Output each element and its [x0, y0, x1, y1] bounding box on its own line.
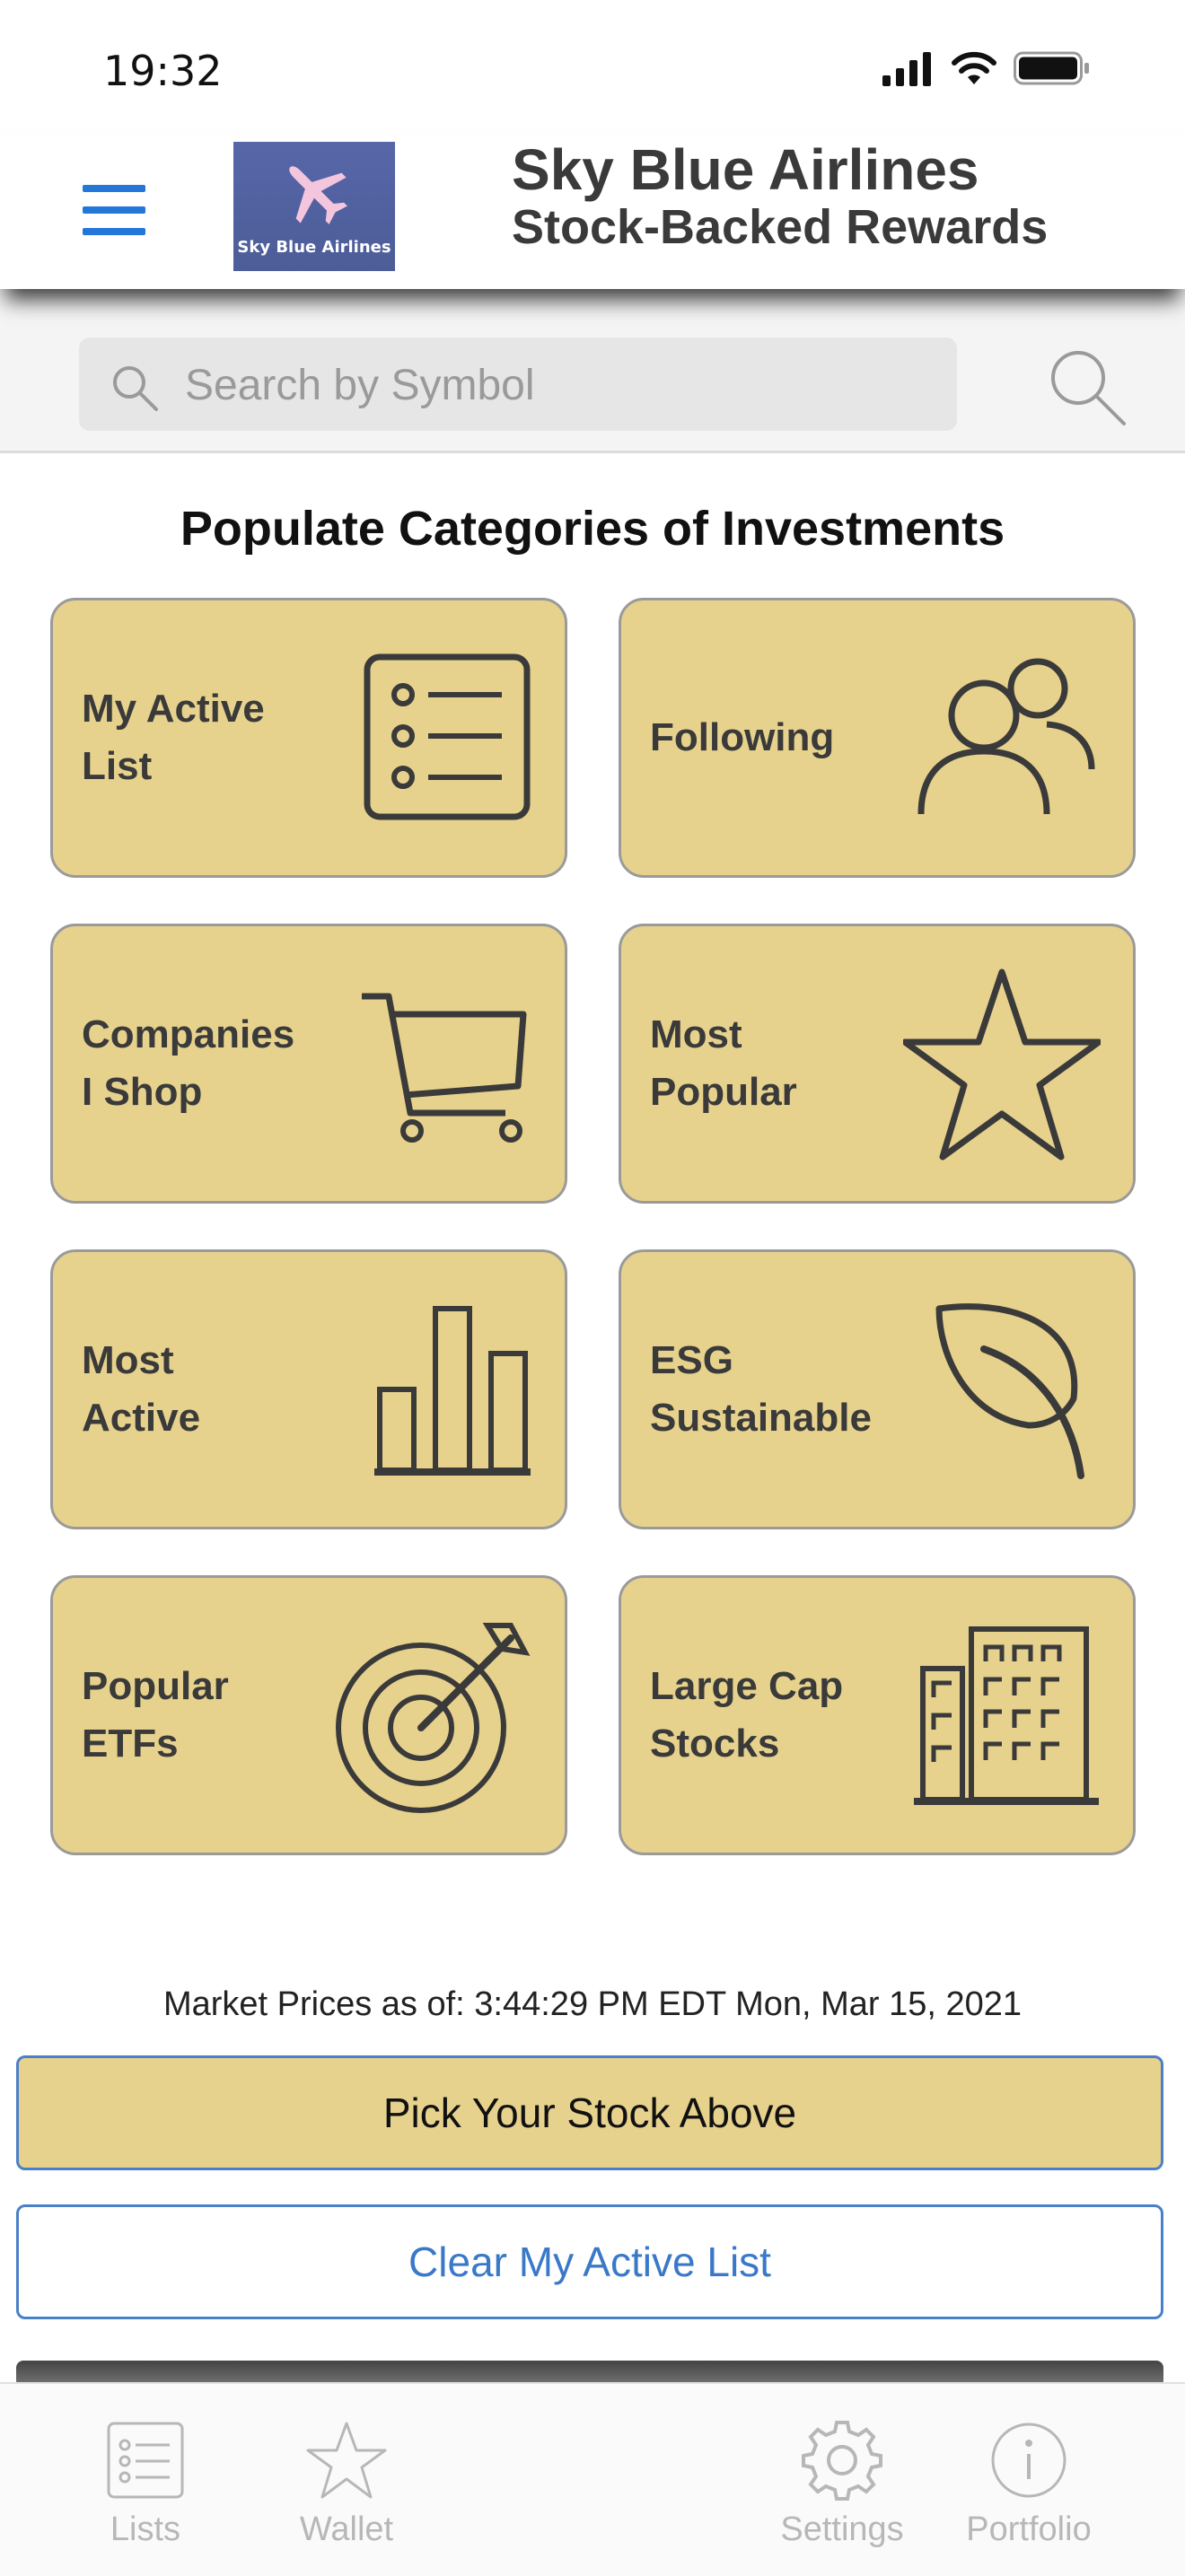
category-esg-sustainable[interactable]: ESG Sustainable	[619, 1249, 1136, 1529]
tab-wallet[interactable]: Wallet	[266, 2420, 427, 2549]
category-my-active-list[interactable]: My Active List	[50, 598, 567, 878]
app-subtitle: Stock-Backed Rewards	[512, 200, 1049, 255]
category-label: Following	[650, 715, 835, 760]
category-most-popular[interactable]: Most Popular	[619, 924, 1136, 1204]
search-button-icon[interactable]	[1047, 346, 1128, 427]
category-label: Companies I Shop	[82, 1012, 295, 1114]
category-label: Most Active	[82, 1338, 201, 1440]
brand-title-block: Sky Blue Airlines Stock-Backed Rewards	[512, 138, 1048, 255]
list-icon	[364, 653, 531, 820]
category-following[interactable]: Following	[619, 598, 1136, 878]
app-header: Sky Blue Airlines Sky Blue Airlines Stoc…	[0, 135, 1185, 289]
leaf-icon	[935, 1303, 1084, 1479]
category-label: ESG Sustainable	[650, 1338, 872, 1440]
wifi-icon	[952, 51, 996, 84]
gear-icon	[802, 2421, 882, 2501]
tab-portfolio[interactable]: Portfolio	[948, 2420, 1110, 2549]
category-large-cap-stocks[interactable]: Large Cap Stocks	[619, 1575, 1136, 1855]
info-icon	[991, 2423, 1066, 2498]
search-bar: Search by Symbol	[0, 289, 1185, 453]
category-companies-i-shop[interactable]: Companies I Shop	[50, 924, 567, 1204]
category-label: My Active List	[82, 687, 265, 788]
section-title: Populate Categories of Investments	[180, 502, 1005, 556]
menu-icon[interactable]	[83, 185, 145, 235]
search-icon	[113, 366, 158, 411]
star-icon	[903, 968, 1101, 1161]
airplane-icon	[289, 166, 347, 224]
market-prices-timestamp: Market Prices as of: 3:44:29 PM EDT Mon,…	[162, 1985, 1023, 2023]
people-icon	[917, 658, 1095, 815]
tab-label: Wallet	[299, 2510, 394, 2548]
category-label: Large Cap Stocks	[650, 1664, 844, 1766]
app-title: Sky Blue Airlines	[512, 137, 979, 202]
status-icons	[882, 50, 1091, 86]
search-placeholder: Search by Symbol	[185, 362, 535, 409]
status-time: 19:32	[103, 47, 223, 95]
category-popular-etfs[interactable]: Popular ETFs	[50, 1575, 567, 1855]
category-label: Popular ETFs	[82, 1664, 229, 1766]
list-icon	[107, 2422, 184, 2499]
tab-label: Portfolio	[966, 2510, 1092, 2548]
pick-stock-button[interactable]: Pick Your Stock Above	[16, 2055, 1163, 2170]
clear-active-list-button[interactable]: Clear My Active List	[16, 2204, 1163, 2319]
signal-icon	[882, 52, 931, 86]
tab-settings[interactable]: Settings	[761, 2420, 923, 2549]
airline-logo: Sky Blue Airlines	[233, 142, 395, 271]
category-most-active[interactable]: Most Active	[50, 1249, 567, 1529]
status-bar: 19:32	[0, 0, 1185, 135]
tab-lists[interactable]: Lists	[65, 2420, 226, 2549]
bottom-tab-bar: Lists Wallet Settings Portfolio	[0, 2382, 1185, 2576]
target-icon	[336, 1623, 531, 1813]
bar-chart-icon	[374, 1306, 531, 1476]
category-label: Most Popular	[650, 1012, 797, 1114]
logo-text: Sky Blue Airlines	[237, 238, 391, 257]
cart-icon	[362, 993, 527, 1143]
search-input[interactable]: Search by Symbol	[79, 337, 957, 431]
tab-label: Lists	[110, 2510, 181, 2548]
tab-label: Settings	[780, 2510, 904, 2548]
building-icon	[914, 1626, 1099, 1805]
star-icon	[306, 2422, 387, 2499]
battery-icon	[1014, 51, 1089, 85]
